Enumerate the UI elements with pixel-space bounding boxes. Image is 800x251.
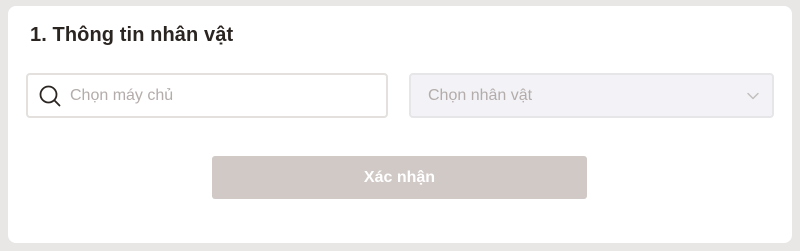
character-select[interactable]: Chọn nhân vật bbox=[409, 73, 774, 118]
character-select-placeholder: Chọn nhân vật bbox=[428, 86, 533, 104]
chevron-down-icon bbox=[747, 92, 759, 99]
search-icon bbox=[39, 85, 61, 106]
server-search-field[interactable] bbox=[26, 73, 388, 118]
character-info-card: 1. Thông tin nhân vật Chọn nhân vật Xác … bbox=[8, 6, 792, 243]
section-title: 1. Thông tin nhân vật bbox=[30, 24, 234, 46]
confirm-button[interactable]: Xác nhận bbox=[212, 156, 587, 199]
server-search-input[interactable] bbox=[70, 86, 370, 105]
